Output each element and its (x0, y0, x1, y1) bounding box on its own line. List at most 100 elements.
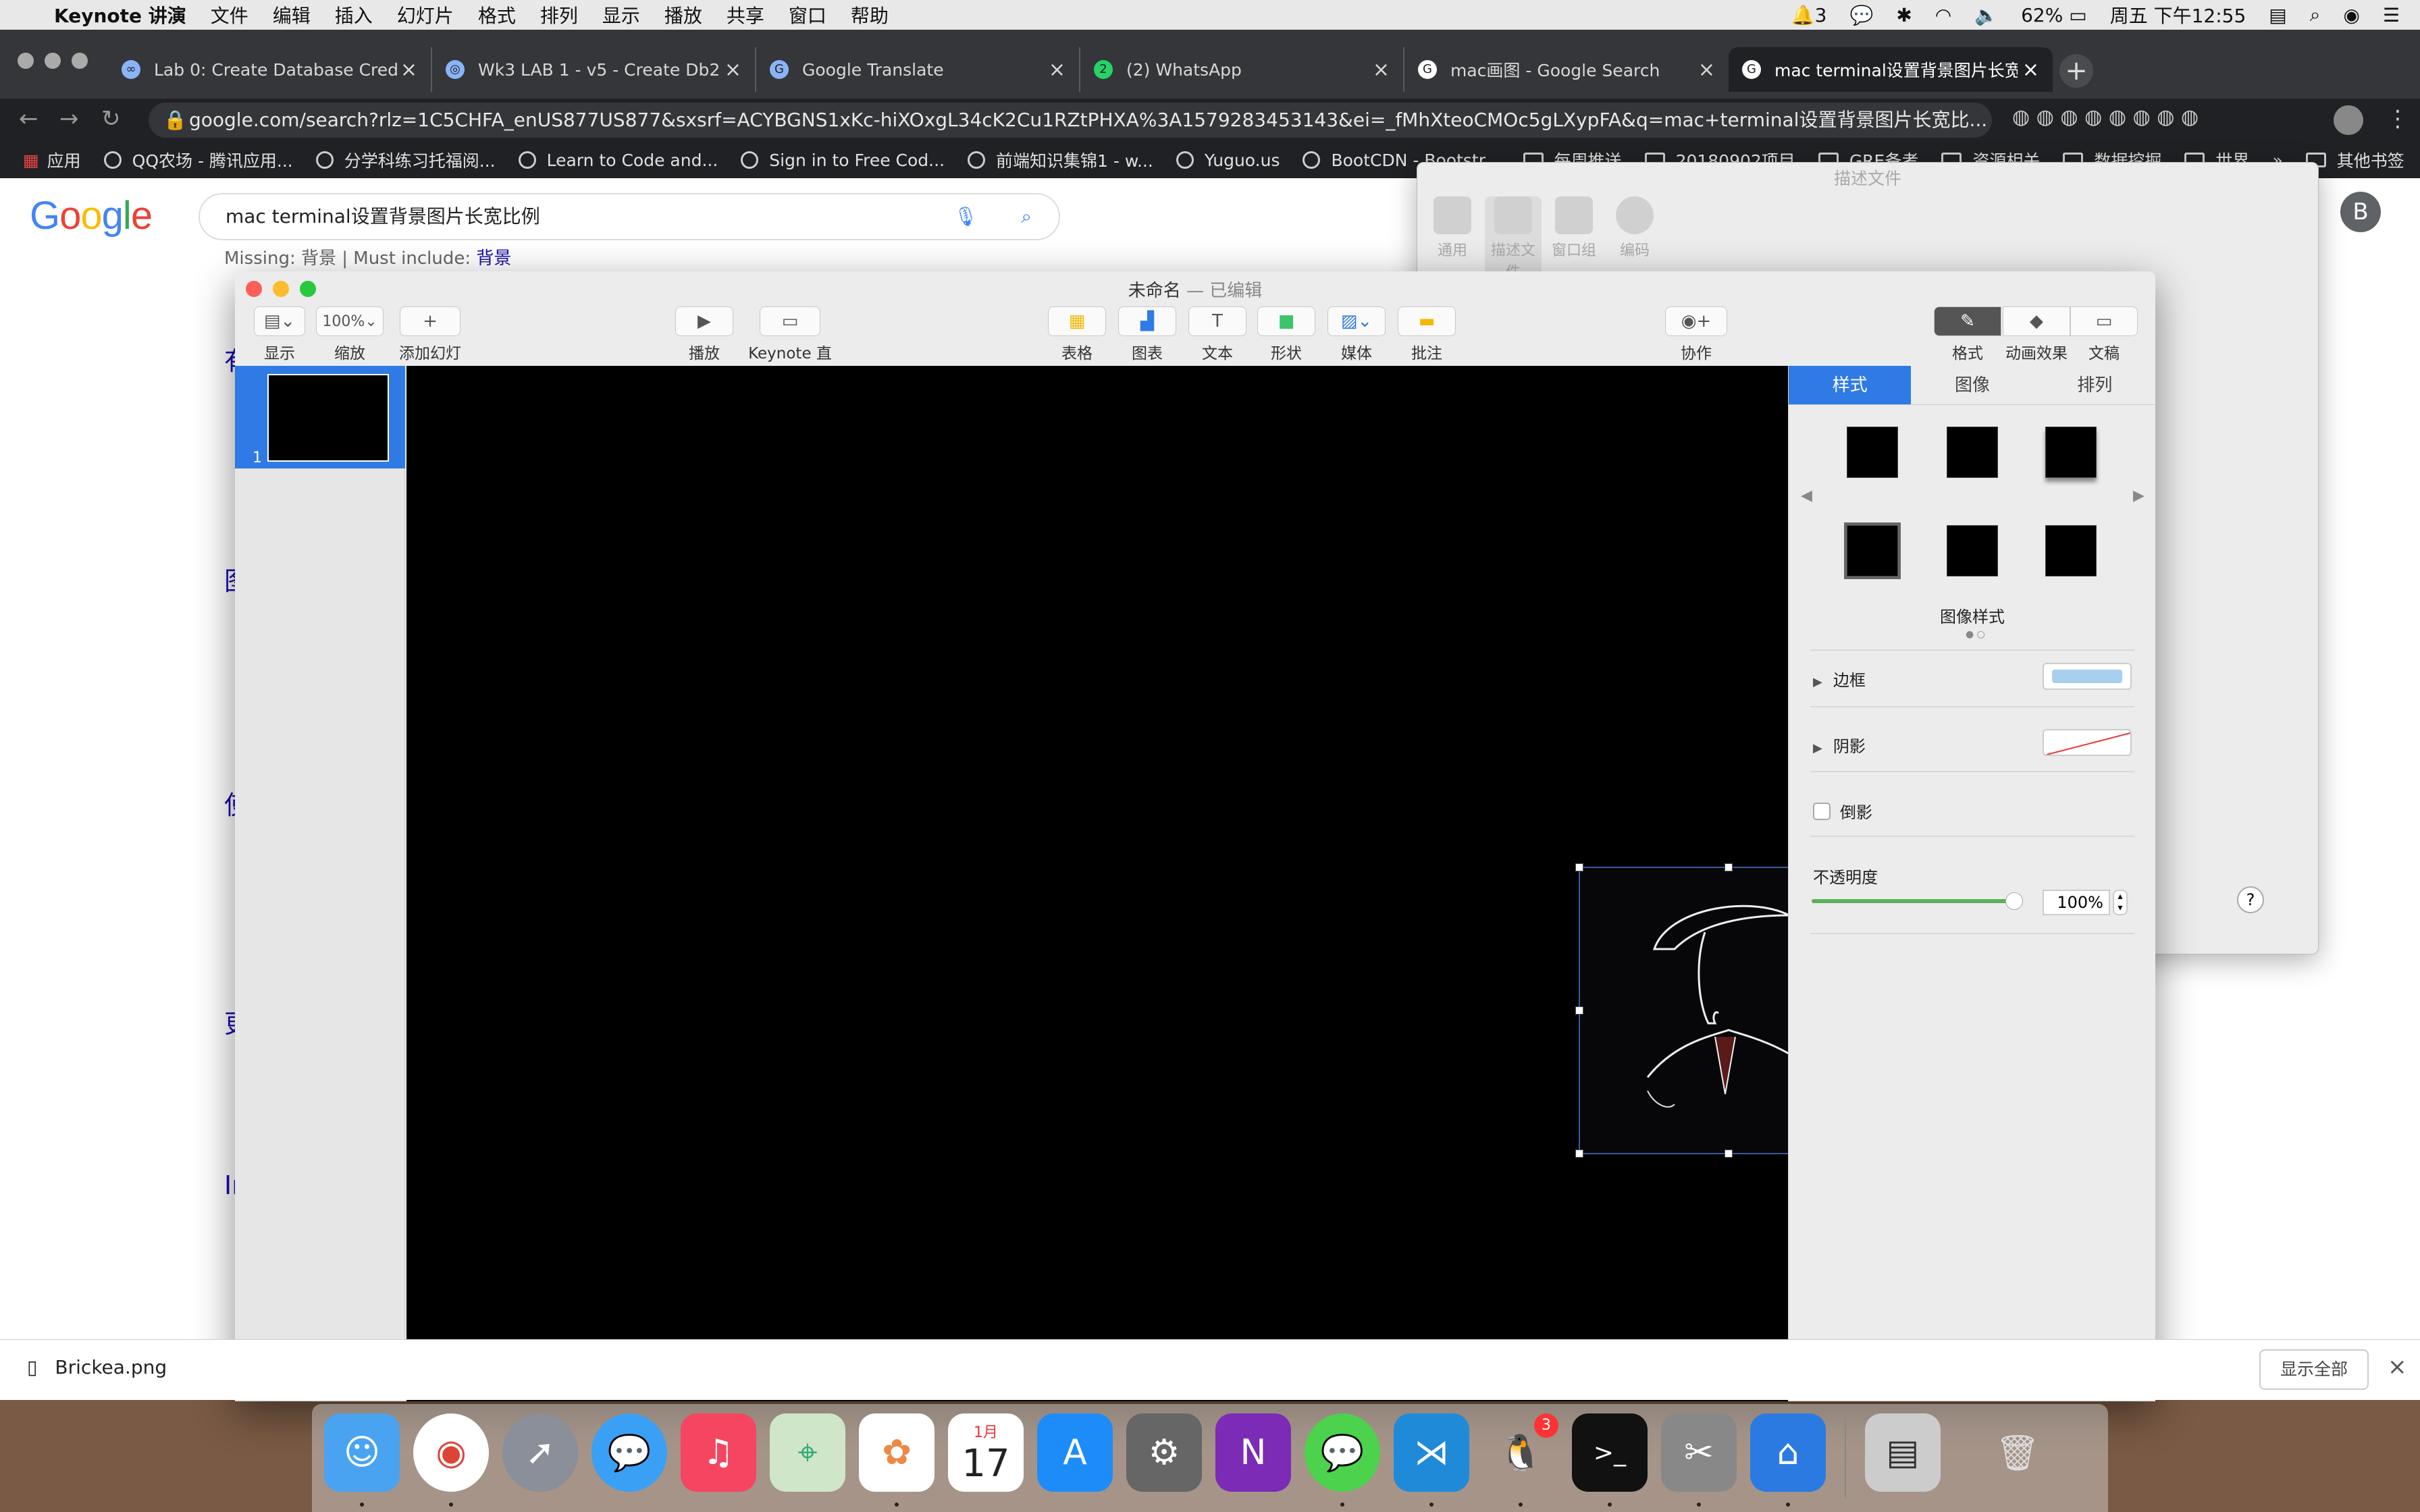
vscode-icon[interactable]: ⋊ (1394, 1413, 1469, 1492)
text-button[interactable]: T 文本 (1187, 306, 1248, 363)
image-style-swatch[interactable] (1947, 525, 1998, 576)
google-account-avatar[interactable]: B (2340, 192, 2381, 232)
menu-slide[interactable]: 幻灯片 (397, 1, 454, 28)
image-style-swatch[interactable] (1844, 522, 1901, 579)
messages-icon[interactable]: 💬 (591, 1413, 667, 1492)
tab-style[interactable]: 样式 (1789, 366, 1912, 404)
close-tab-icon[interactable]: × (1373, 58, 1390, 82)
prefs-profiles-tab[interactable]: 描述文件 (1485, 196, 1542, 281)
wechat-icon[interactable]: 💬 (1305, 1413, 1380, 1492)
minimize-window-button[interactable] (45, 53, 61, 69)
chrome-menu-icon[interactable]: ⋮ (2386, 105, 2409, 132)
bookmark[interactable]: QQ农场 - 腾讯应用... (103, 148, 293, 172)
menu-view[interactable]: 显示 (602, 1, 640, 28)
other-bookmarks-folder[interactable]: 其他书签 (2305, 148, 2404, 172)
menu-edit[interactable]: 编辑 (273, 1, 311, 28)
format-button[interactable]: ✎ 格式 (1934, 306, 2001, 363)
menu-play[interactable]: 播放 (664, 1, 702, 28)
shadow-style-well[interactable] (2043, 729, 2132, 756)
tab-image[interactable]: 图像 (1911, 366, 2033, 404)
google-logo[interactable]: Google (30, 193, 153, 238)
tab-wk3-lab[interactable]: ◎ Wk3 LAB 1 - v5 - Create Db2 Se × (432, 47, 756, 92)
input-source-flag-icon[interactable]: ▤ (2269, 4, 2286, 26)
siri-icon[interactable]: ◉ (2343, 4, 2359, 26)
tab-whatsapp[interactable]: 2 (2) WhatsApp × (1080, 47, 1404, 92)
qq-icon[interactable]: 🐧 3 (1483, 1413, 1558, 1492)
app-store-icon[interactable]: A (1037, 1413, 1113, 1492)
spotlight-icon[interactable]: ⌕ (2310, 3, 2321, 26)
image-style-swatch[interactable] (2045, 525, 2097, 576)
menu-arrange[interactable]: 排列 (540, 1, 578, 28)
volume-icon[interactable]: 🔈 (1974, 4, 1998, 26)
close-tab-icon[interactable]: × (1698, 58, 1715, 82)
menu-share[interactable]: 共享 (727, 1, 764, 28)
tab-mac-draw-search[interactable]: Gmac画图 - Google Search × (1404, 47, 1729, 92)
prefs-general-tab[interactable]: 通用 (1424, 196, 1481, 260)
help-button[interactable]: ? (2237, 886, 2264, 913)
minimized-window-icon[interactable]: ▤ (1865, 1413, 1941, 1492)
tab-lab0[interactable]: ∞ Lab 0: Create Database Credenti× (108, 47, 432, 92)
chevron-left-icon[interactable]: ◀ (1801, 487, 1812, 504)
image-style-swatch[interactable] (1847, 427, 1898, 478)
show-all-downloads-button[interactable]: 显示全部 (2259, 1349, 2369, 1390)
close-tab-icon[interactable]: × (725, 58, 741, 82)
keynote-icon[interactable]: ⌂ (1750, 1413, 1826, 1492)
animate-button[interactable]: ◆ 动画效果 (2001, 306, 2072, 363)
music-icon[interactable]: ♫ (681, 1413, 756, 1492)
resize-handle[interactable] (1575, 863, 1583, 871)
prefs-encodings-tab[interactable]: 编码 (1606, 196, 1663, 260)
close-tab-icon[interactable]: × (2022, 58, 2039, 82)
photos-icon[interactable]: ✿ (859, 1413, 935, 1492)
forward-icon[interactable]: → (59, 105, 79, 132)
opacity-value-field[interactable]: 100% (2043, 890, 2110, 915)
menu-app-name[interactable]: Keynote 讲演 (54, 1, 186, 28)
opacity-stepper[interactable]: ▴ ▾ (2113, 890, 2128, 915)
page-dots[interactable]: ● ○ (1966, 629, 1985, 640)
clock[interactable]: 周五 下午12:55 (2110, 1, 2246, 28)
reflection-option[interactable]: 倒影 (1813, 799, 1872, 823)
resize-handle[interactable] (1725, 863, 1733, 871)
bookmark[interactable]: Sign in to Free Cod... (741, 151, 945, 170)
wifi-icon[interactable]: ◠ (1935, 4, 1951, 26)
launchpad-icon[interactable]: ➚ (502, 1413, 578, 1492)
download-item[interactable]: ▯ Brickea.png (27, 1356, 167, 1378)
opacity-slider-knob[interactable] (2005, 892, 2023, 910)
menu-format[interactable]: 格式 (478, 1, 516, 28)
must-include-link[interactable]: 背景 (476, 248, 511, 269)
chevron-right-icon[interactable]: ▶ (2133, 487, 2145, 504)
notification-icon[interactable]: 🔔3 (1791, 4, 1827, 26)
image-style-swatch[interactable] (1947, 427, 1998, 478)
close-download-shelf-icon[interactable]: × (2388, 1353, 2407, 1380)
maps-icon[interactable]: ⌖ (770, 1413, 845, 1492)
menu-file[interactable]: 文件 (211, 1, 248, 28)
image-style-swatch[interactable] (2045, 427, 2097, 478)
utilities-icon[interactable]: ✂ (1661, 1413, 1737, 1492)
bookmark[interactable]: 分学科练习托福阅... (315, 148, 496, 172)
control-list-icon[interactable]: ☰ (2383, 4, 2400, 26)
play-button[interactable]: ▶ 播放 (674, 306, 735, 363)
trash-icon[interactable]: 🗑 (1980, 1413, 2055, 1492)
google-search-input[interactable]: mac terminal设置背景图片长宽比例 🎙 ⌕ (199, 193, 1060, 240)
terminal-icon[interactable]: >_ (1572, 1413, 1648, 1492)
view-button[interactable]: ▤⌄ 显示 (251, 306, 308, 363)
prefs-window-groups-tab[interactable]: 窗口组 (1546, 196, 1602, 260)
wechat-status-icon[interactable]: 💬 (1849, 4, 1873, 26)
resize-handle[interactable] (1725, 1150, 1733, 1158)
zoom-select[interactable]: 100% ⌄ 缩放 (315, 306, 385, 363)
slide-thumbnail[interactable]: 1 (235, 366, 405, 468)
tab-mac-terminal-search[interactable]: Gmac terminal设置背景图片长宽比 × (1729, 47, 2053, 92)
tab-google-translate[interactable]: G Google Translate × (756, 47, 1080, 92)
opacity-slider[interactable] (1812, 892, 2023, 910)
address-bar[interactable]: 🔒 google.com/search?rlz=1C5CHFA_enUS877US… (149, 103, 1992, 138)
collaborate-button[interactable]: ◉+ 协作 (1664, 306, 1729, 363)
chart-button[interactable]: ▟ 图表 (1117, 306, 1178, 363)
bookmark-apps[interactable]: ▦ 应用 (23, 148, 81, 172)
finder-icon[interactable]: ☺ (324, 1413, 400, 1492)
close-tab-icon[interactable]: × (1049, 58, 1066, 82)
bluetooth-icon[interactable]: ✱ (1896, 4, 1912, 26)
shape-button[interactable]: ■ 形状 (1256, 306, 1317, 363)
resize-handle[interactable] (1575, 1150, 1583, 1158)
bookmark[interactable]: Yuguo.us (1176, 151, 1280, 170)
document-button[interactable]: ▭ 文稿 (2069, 306, 2139, 363)
calendar-icon[interactable]: 1月 17 (948, 1413, 1024, 1492)
